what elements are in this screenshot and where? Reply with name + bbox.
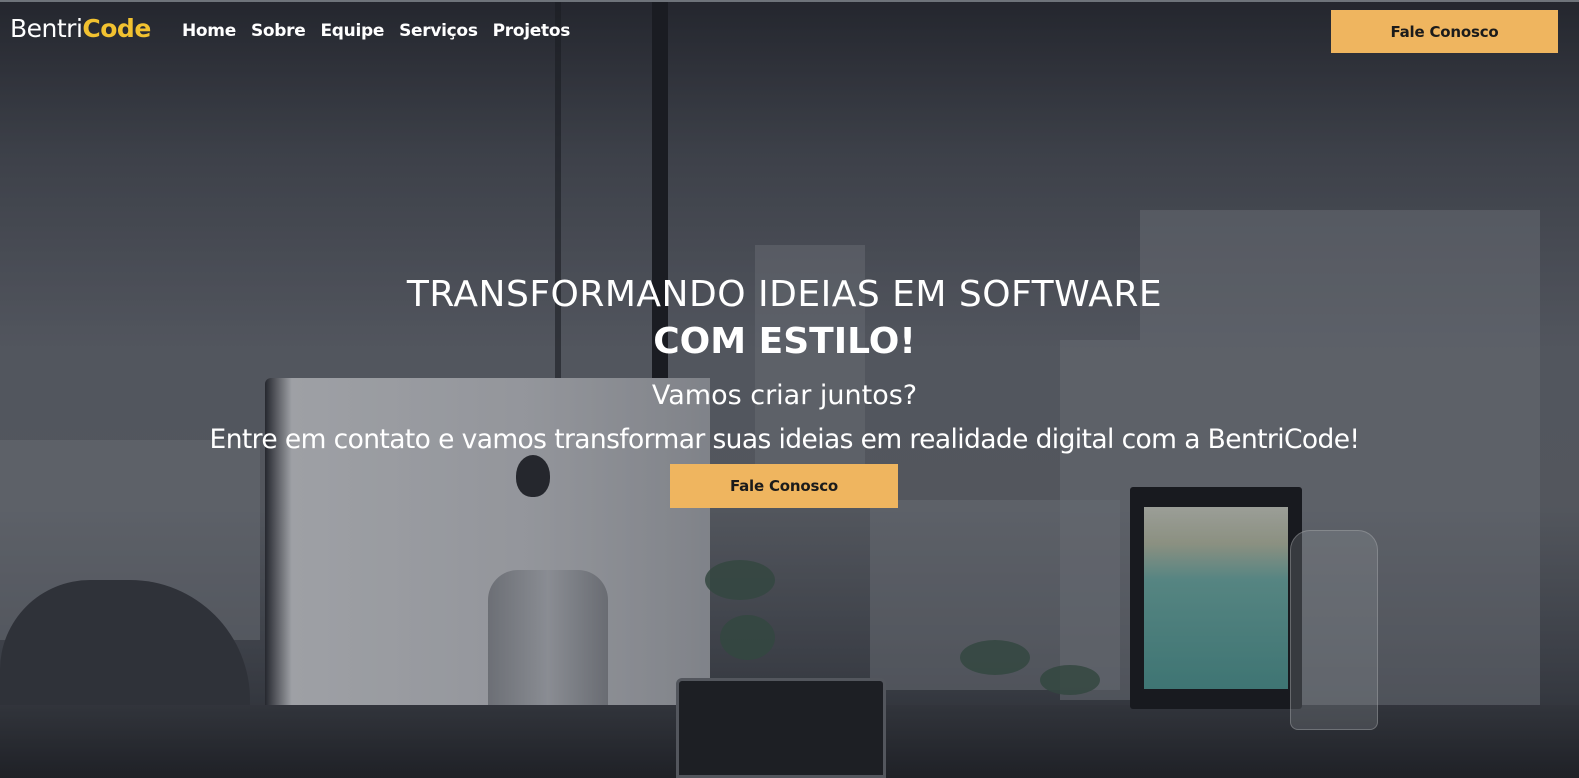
hero-title-line1: TRANSFORMANDO IDEIAS EM SOFTWARE	[406, 274, 1163, 315]
nav-item-equipe[interactable]: Equipe	[320, 21, 384, 41]
brand-logo-part1: Bentri	[10, 14, 83, 43]
nav-item-sobre[interactable]: Sobre	[251, 21, 306, 41]
nav-item-home[interactable]: Home	[182, 21, 236, 41]
nav-item-servicos[interactable]: Serviços	[399, 21, 478, 41]
header-contact-button[interactable]: Fale Conosco	[1331, 10, 1558, 53]
nav-item-projetos[interactable]: Projetos	[493, 21, 571, 41]
brand-logo-part2: Code	[82, 14, 151, 43]
main-nav: Home Sobre Equipe Serviços Projetos	[182, 21, 585, 41]
hero-subtitle: Vamos criar juntos?	[651, 380, 918, 411]
hero-description: Entre em contato e vamos transformar sua…	[209, 424, 1361, 455]
hero-title-line2: COM ESTILO!	[653, 321, 916, 362]
brand-logo[interactable]: BentriCode	[10, 14, 151, 43]
hero-contact-button[interactable]: Fale Conosco	[670, 464, 898, 508]
site-header: BentriCode Home Sobre Equipe Serviços Pr…	[0, 0, 1579, 62]
